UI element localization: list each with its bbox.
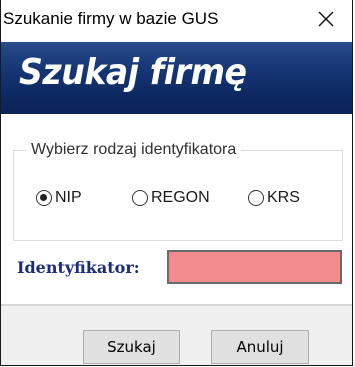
radio-krs-label: KRS [267,189,300,206]
header-banner: Szukaj firmę [1,42,352,114]
identifier-type-group: Wybierz rodzaj identyfikatora NIP REGON … [13,141,343,241]
form-area: Wybierz rodzaj identyfikatora NIP REGON … [1,114,352,306]
radio-nip[interactable]: NIP [36,189,82,207]
radio-unchecked-icon [248,190,264,206]
group-legend: Wybierz rodzaj identyfikatora [26,141,242,159]
close-button[interactable] [300,0,352,42]
identifier-input[interactable] [167,250,342,284]
title-bar: Szukanie firmy w bazie GUS [1,0,352,42]
radio-regon-label: REGON [151,189,210,206]
radio-nip-label: NIP [55,189,82,206]
radio-regon[interactable]: REGON [132,189,210,207]
close-icon [318,11,334,27]
dialog-window: Szukanie firmy w bazie GUS Szukaj firmę … [0,0,353,366]
identifier-label: Identyfikator: [17,258,140,277]
button-bar: Szukaj Anuluj [1,306,352,365]
search-button[interactable]: Szukaj [83,330,180,364]
radio-unchecked-icon [132,190,148,206]
banner-title: Szukaj firmę [19,52,247,93]
radio-krs[interactable]: KRS [248,189,300,207]
window-title: Szukanie firmy w bazie GUS [3,9,219,28]
cancel-button[interactable]: Anuluj [211,330,309,364]
radio-checked-icon [36,190,52,206]
